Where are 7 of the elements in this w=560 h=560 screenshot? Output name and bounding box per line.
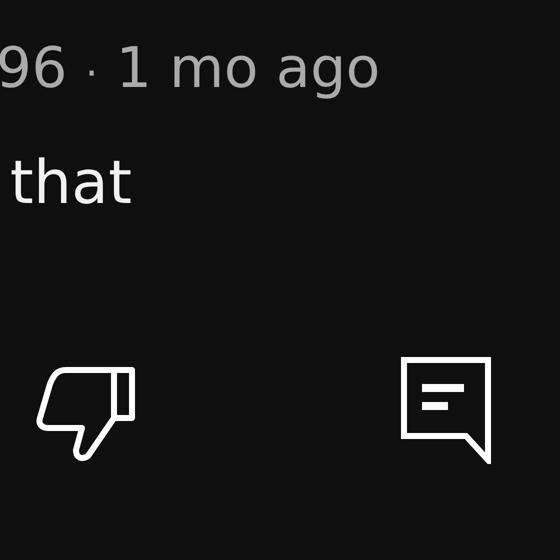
reply-button[interactable] [400,356,492,464]
separator-dot: · [85,52,98,96]
thumbs-down-icon [36,366,136,462]
comment-text: that [10,150,133,216]
comment-time: 1 mo ago [116,38,380,100]
dislike-button[interactable] [36,366,136,462]
comment-icon [400,356,492,464]
